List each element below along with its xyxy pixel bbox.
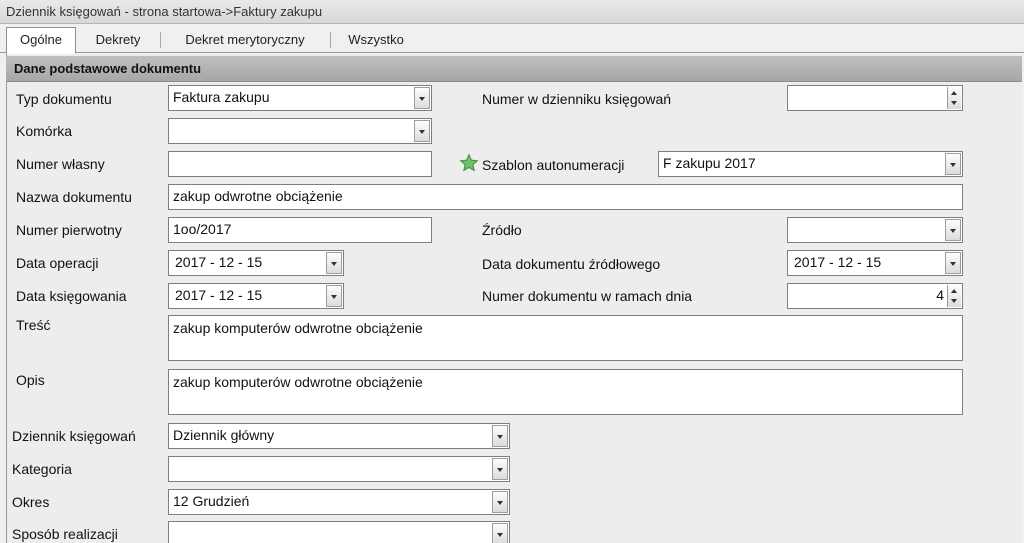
dziennik-value: Dziennik główny: [173, 427, 275, 443]
data-ksiegowania-dropdown-icon[interactable]: [326, 285, 342, 307]
data-dokumentu-zrodlowego-dropdown-icon[interactable]: [945, 252, 961, 274]
komorka-select[interactable]: [168, 118, 432, 144]
nazwa-dokumentu-label: Nazwa dokumentu: [16, 189, 132, 205]
spinner-arrows-icon[interactable]: [947, 87, 961, 109]
data-dokumentu-zrodlowego-value: 2017 - 12 - 15: [794, 254, 882, 270]
data-ksiegowania-label: Data księgowania: [16, 288, 127, 304]
okres-dropdown-icon[interactable]: [492, 491, 508, 513]
nazwa-dokumentu-input[interactable]: zakup odwrotne obciążenie: [168, 184, 963, 210]
opis-label: Opis: [16, 372, 45, 388]
numer-dokumentu-w-dniu-spinner[interactable]: 4: [787, 283, 963, 309]
window-title: Dziennik księgowań - strona startowa->Fa…: [0, 0, 1024, 24]
kategoria-dropdown-icon[interactable]: [492, 458, 508, 480]
komorka-label: Komórka: [16, 123, 73, 139]
sposob-realizacji-select[interactable]: [168, 521, 510, 543]
typ-dokumentu-value: Faktura zakupu: [173, 89, 270, 105]
szablon-label: Szablon autonumeracji: [482, 157, 625, 173]
kategoria-select[interactable]: [168, 456, 510, 482]
tab-dekrety[interactable]: Dekrety: [80, 28, 156, 52]
dziennik-select[interactable]: Dziennik główny: [168, 423, 510, 449]
szablon-value: F zakupu 2017: [663, 155, 756, 171]
numer-wlasny-label: Numer własny: [16, 156, 105, 172]
tab-ogolne[interactable]: Ogólne: [6, 27, 76, 54]
szablon-dropdown-icon[interactable]: [945, 153, 961, 175]
numer-pierwotny-input[interactable]: 1oo/2017: [168, 217, 432, 243]
data-operacji-dropdown-icon[interactable]: [326, 252, 342, 274]
zrodlo-dropdown-icon[interactable]: [945, 219, 961, 241]
typ-dokumentu-select[interactable]: Faktura zakupu: [168, 85, 432, 111]
okres-label: Okres: [12, 494, 50, 510]
tresc-label: Treść: [16, 317, 51, 333]
tab-separator: [330, 32, 331, 48]
tab-separator: [160, 32, 161, 48]
numer-w-dzienniku-label: Numer w dzienniku księgowań: [482, 91, 672, 107]
numer-wlasny-input[interactable]: [168, 151, 432, 177]
komorka-dropdown-icon[interactable]: [414, 120, 430, 142]
sposob-realizacji-dropdown-icon[interactable]: [492, 523, 508, 543]
data-dokumentu-zrodlowego-picker[interactable]: 2017 - 12 - 15: [787, 250, 963, 276]
typ-dokumentu-dropdown-icon[interactable]: [414, 87, 430, 109]
spinner-arrows-icon[interactable]: [947, 285, 961, 307]
tab-dekret-merytoryczny[interactable]: Dekret merytoryczny: [164, 28, 326, 52]
dziennik-dropdown-icon[interactable]: [492, 425, 508, 447]
numer-dokumentu-w-dniu-label: Numer dokumentu w ramach dnia: [482, 288, 693, 304]
dziennik-label: Dziennik księgowań: [12, 428, 136, 444]
sposob-realizacji-label: Sposób realizacji: [12, 526, 118, 542]
section-header: Dane podstawowe dokumentu: [6, 56, 1022, 82]
data-operacji-label: Data operacji: [16, 255, 99, 271]
typ-dokumentu-label: Typ dokumentu: [16, 91, 112, 107]
okres-select[interactable]: 12 Grudzień: [168, 489, 510, 515]
star-icon: [459, 153, 479, 172]
zrodlo-select[interactable]: [787, 217, 963, 243]
okres-value: 12 Grudzień: [173, 493, 250, 509]
numer-dokumentu-w-dniu-value: 4: [936, 287, 944, 303]
tab-wszystko[interactable]: Wszystko: [334, 28, 418, 52]
zrodlo-label: Źródło: [482, 222, 522, 238]
data-ksiegowania-value: 2017 - 12 - 15: [175, 287, 263, 303]
tab-bar: Ogólne Dekrety Dekret merytoryczny Wszys…: [0, 26, 1024, 54]
data-operacji-value: 2017 - 12 - 15: [175, 254, 263, 270]
data-operacji-picker[interactable]: 2017 - 12 - 15: [168, 250, 344, 276]
opis-textarea[interactable]: zakup komputerów odwrotne obciążenie: [168, 369, 963, 415]
kategoria-label: Kategoria: [12, 461, 72, 477]
numer-pierwotny-label: Numer pierwotny: [16, 222, 122, 238]
tresc-textarea[interactable]: zakup komputerów odwrotne obciążenie: [168, 315, 963, 361]
data-ksiegowania-picker[interactable]: 2017 - 12 - 15: [168, 283, 344, 309]
numer-w-dzienniku-spinner[interactable]: [787, 85, 963, 111]
data-dokumentu-zrodlowego-label: Data dokumentu źródłowego: [482, 256, 661, 272]
szablon-select[interactable]: F zakupu 2017: [658, 151, 963, 177]
